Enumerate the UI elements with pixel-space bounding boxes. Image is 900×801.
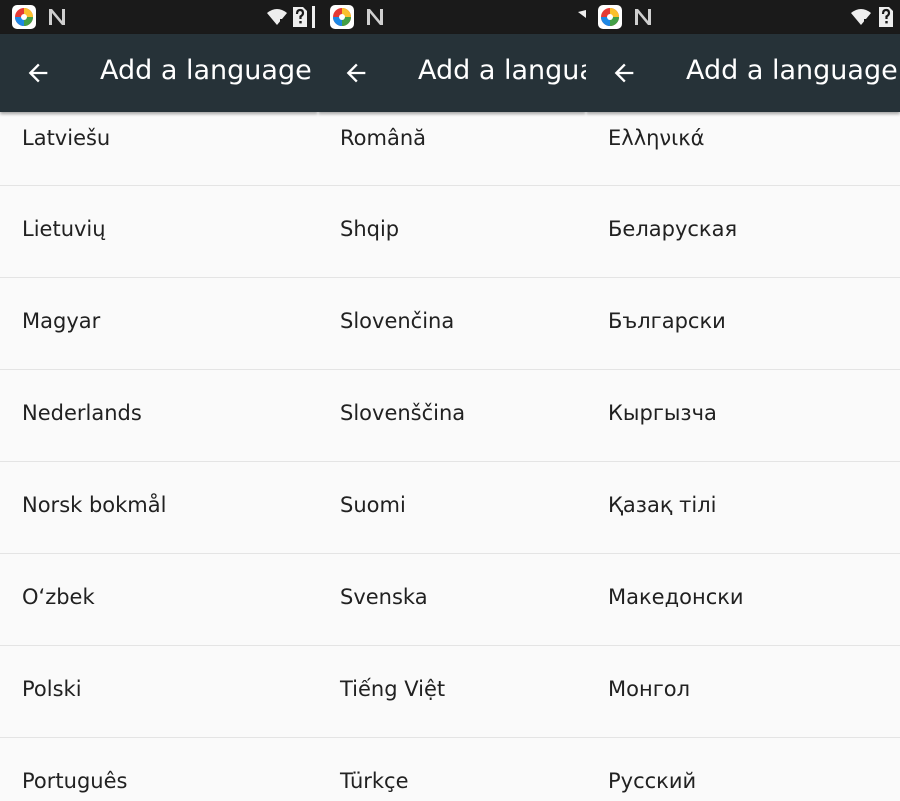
language-label: Norsk bokmål (22, 493, 167, 517)
language-item[interactable]: Svenska (318, 554, 586, 646)
language-label: Русский (608, 769, 697, 793)
language-list: Latviešu Lietuvių Magyar Nederlands Nors… (0, 112, 318, 801)
colorful-app-icon (598, 5, 622, 29)
language-label: Svenska (340, 585, 428, 609)
language-label: Ελληνικά (608, 126, 705, 150)
language-panel-1: Add a language Latviešu Lietuvių Magyar … (0, 0, 318, 801)
language-item[interactable]: Беларуская (586, 186, 900, 278)
language-item[interactable]: Lietuvių (0, 186, 318, 278)
language-item[interactable]: Slovenščina (318, 370, 586, 462)
language-item[interactable]: Português (0, 738, 318, 801)
status-bar (318, 0, 586, 34)
language-item[interactable]: Türkçe (318, 738, 586, 801)
language-label: Suomi (340, 493, 406, 517)
language-item[interactable]: Latviešu (0, 112, 318, 186)
page-title: Add a language (100, 55, 312, 86)
wifi-icon (851, 9, 871, 25)
wifi-icon (267, 9, 287, 25)
language-label: Кыргызча (608, 401, 717, 425)
page-title: Add a language (686, 55, 898, 86)
language-item[interactable]: Қазақ тілі (586, 462, 900, 554)
language-item[interactable]: Русский (586, 738, 900, 801)
language-list: Ελληνικά Беларуская Български Кыргызча Қ… (586, 112, 900, 801)
app-bar: Add a language (586, 34, 900, 112)
language-item[interactable]: Nederlands (0, 370, 318, 462)
language-label: Slovenčina (340, 309, 455, 333)
language-item[interactable]: Ελληνικά (586, 112, 900, 186)
language-label: Português (22, 769, 128, 793)
language-item[interactable]: Tiếng Việt (318, 646, 586, 738)
language-panel-2: Add a language Română Shqip Slovenčina S… (318, 0, 586, 801)
language-label: Slovenščina (340, 401, 466, 425)
language-item[interactable]: Oʻzbek (0, 554, 318, 646)
language-label: Монгол (608, 677, 691, 701)
language-item[interactable]: Norsk bokmål (0, 462, 318, 554)
language-label: Magyar (22, 309, 101, 333)
no-sim-icon (879, 7, 893, 27)
n-notification-icon (49, 9, 65, 25)
language-item[interactable]: Кыргызча (586, 370, 900, 462)
colorful-app-icon (330, 5, 354, 29)
language-item[interactable]: Slovenčina (318, 278, 586, 370)
language-item[interactable]: Polski (0, 646, 318, 738)
language-label: Türkçe (340, 769, 409, 793)
language-item[interactable]: Magyar (0, 278, 318, 370)
app-bar: Add a language (0, 34, 318, 112)
language-label: Tiếng Việt (340, 677, 446, 701)
n-notification-icon (635, 9, 651, 25)
language-label: Қазақ тілі (608, 493, 717, 517)
language-label: Беларуская (608, 217, 738, 241)
language-item[interactable]: Shqip (318, 186, 586, 278)
language-label: Nederlands (22, 401, 142, 425)
battery-icon (312, 6, 315, 28)
colorful-app-icon (12, 5, 36, 29)
language-panel-3: Add a language Ελληνικά Беларуская Бълга… (586, 0, 900, 801)
language-list: Română Shqip Slovenčina Slovenščina Suom… (318, 112, 586, 801)
language-item[interactable]: Български (586, 278, 900, 370)
arrow-back-icon[interactable] (342, 59, 370, 87)
wifi-icon (578, 10, 586, 18)
app-bar: Add a language (318, 34, 586, 112)
status-bar (586, 0, 900, 34)
language-item[interactable]: Suomi (318, 462, 586, 554)
language-item[interactable]: Монгол (586, 646, 900, 738)
arrow-back-icon[interactable] (24, 59, 52, 87)
language-label: Български (608, 309, 726, 333)
page-title: Add a language (418, 55, 586, 86)
language-label: Latviešu (22, 126, 111, 150)
language-label: Oʻzbek (22, 585, 95, 609)
language-label: Shqip (340, 217, 400, 241)
language-label: Lietuvių (22, 217, 106, 241)
status-bar (0, 0, 318, 34)
n-notification-icon (367, 9, 383, 25)
language-item[interactable]: Română (318, 112, 586, 186)
language-label: Македонски (608, 585, 744, 609)
no-sim-icon (293, 7, 307, 27)
language-label: Română (340, 126, 426, 150)
arrow-back-icon[interactable] (610, 59, 638, 87)
language-label: Polski (22, 677, 82, 701)
language-item[interactable]: Македонски (586, 554, 900, 646)
